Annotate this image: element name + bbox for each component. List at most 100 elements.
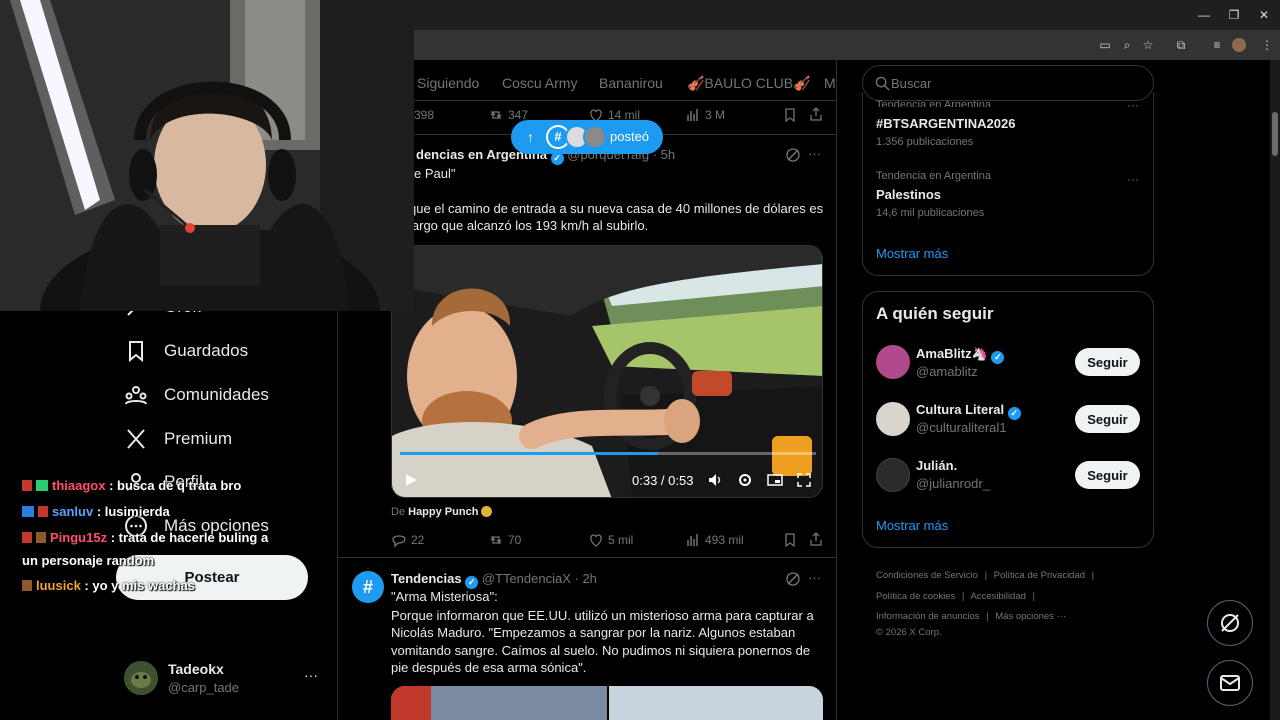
account-name: Tadeokx [168,661,224,677]
footer-link[interactable]: Condiciones de Servicio [876,570,978,581]
nav-premium[interactable]: Premium [124,424,232,454]
grok-explain-icon[interactable] [785,147,801,163]
tab-coscu-army[interactable]: Coscu Army [502,75,577,91]
trend-count: 1.356 publicaciones [876,136,974,148]
follow-user-name[interactable]: AmaBlitz🦄 ✓ [916,346,1005,364]
trend-context: Tendencia en Argentina [876,170,991,182]
zoom-icon[interactable]: ⌕ [1118,36,1136,54]
chat-username: sanluv [52,504,94,519]
follow-button[interactable]: Seguir [1075,405,1140,433]
verified-badge-icon: ✓ [1007,407,1021,420]
tab-siguiendo[interactable]: Siguiendo [417,75,479,91]
like-action[interactable]: 5 mil [588,532,633,548]
extensions-icon[interactable]: ⧉ [1172,36,1190,54]
search-placeholder: Buscar [891,76,932,91]
views-action[interactable]: 493 mil [685,532,744,548]
close-icon[interactable]: ✕ [1254,6,1274,24]
tweet-text-line: e Paul" [414,166,456,181]
play-icon[interactable] [404,473,418,487]
avatar[interactable] [876,458,910,492]
share-icon[interactable] [808,531,824,547]
messages-fab[interactable] [1207,660,1253,706]
footer-link[interactable]: Información de anuncios [876,611,980,622]
show-more-follow[interactable]: Mostrar más [876,518,948,533]
avatar[interactable]: # [352,571,384,603]
account-more-icon[interactable]: ··· [304,667,318,683]
views-value: 493 mil [705,533,744,547]
footer-link[interactable]: Accesibilidad [970,591,1025,602]
grok-explain-icon[interactable] [785,571,801,587]
video-source[interactable]: De Happy Punch [391,506,493,518]
follow-user-name[interactable]: Julián. [916,458,957,473]
avatar[interactable] [876,345,910,379]
share-icon[interactable] [808,106,824,122]
fullscreen-icon[interactable] [796,472,812,488]
grok-fab[interactable] [1207,600,1253,646]
webcam-overlay [0,0,414,311]
tweet-image[interactable] [391,686,823,720]
communities-icon [125,386,147,405]
tweet-text: que el camino de entrada a su nueva casa… [409,201,824,233]
video-time: 0:33 / 0:53 [632,473,694,488]
retweet-icon [490,536,502,544]
bookmark-icon[interactable] [782,532,798,548]
tweet-title: "Arma Misteriosa": [391,589,498,604]
footer-link[interactable]: Más opciones ··· [995,611,1066,622]
tab-bananirou[interactable]: Bananirou [599,75,663,91]
reply-action[interactable]: 22 [391,532,424,548]
tab-overflow[interactable]: M [824,75,836,91]
chat-message: Pingu15z : trata de hacerle buling a [22,530,268,545]
tweet-more-icon[interactable]: ··· [808,570,821,585]
tweet-image-preview [391,686,823,720]
follow-user-name[interactable]: Cultura Literal ✓ [916,402,1021,420]
new-posts-label: posteó [610,129,650,144]
footer-link[interactable]: Política de Privacidad [994,570,1085,581]
account-switcher[interactable]: Tadeokx @carp_tade ··· [124,659,324,697]
nav-bookmarks[interactable]: Guardados [124,336,248,366]
trend-name[interactable]: #BTSARGENTINA2026 [876,116,1015,131]
star-icon[interactable]: ☆ [1139,36,1157,54]
new-posts-pill[interactable]: ↑ # posteó [511,120,663,154]
webcam-feed [0,0,414,311]
cast-icon[interactable]: ▭ [1096,36,1114,54]
footer-link[interactable]: Política de cookies [876,591,955,602]
tab-baulo-club[interactable]: 🎻BAULO CLUB🎻 [687,75,811,92]
views-count: 398 [414,108,435,122]
volume-icon[interactable] [707,472,723,488]
retweet-icon [490,111,502,119]
chat-badge-icon [36,480,48,491]
nav-communities[interactable]: Comunidades [124,380,269,410]
scrollbar-thumb[interactable] [1272,112,1278,156]
views-action[interactable]: 3 M [685,107,725,123]
trend-more-icon[interactable]: ··· [1127,98,1139,112]
retweet-action[interactable]: 70 [488,532,521,548]
video-player[interactable]: 0:33 / 0:53 [391,245,823,498]
reply-count: 22 [411,533,425,547]
trend-name[interactable]: Palestinos [876,187,941,202]
restore-icon[interactable]: ❐ [1224,6,1244,24]
settings-gear-icon[interactable] [737,472,753,488]
avatar[interactable] [876,402,910,436]
video-frame [392,246,822,497]
analytics-icon [687,109,698,121]
tweet-time: · 2h [574,571,597,586]
chat-username: luusick [36,578,81,593]
follow-button[interactable]: Seguir [1075,348,1140,376]
who-to-follow-title: A quién seguir [876,304,994,323]
menu-kebab-icon[interactable]: ⋮ [1258,36,1276,54]
scrollbar[interactable] [1270,60,1280,720]
tweet-author[interactable]: Tendencias ✓ @TTendenciaX · 2h [391,571,597,589]
reply-icon [392,535,406,548]
profile-avatar-icon[interactable] [1232,38,1246,52]
gold-verified-badge-icon [481,506,493,517]
bookmark-icon[interactable] [782,107,798,123]
minimize-icon[interactable]: — [1194,6,1214,24]
trend-more-icon[interactable]: ··· [1127,172,1139,186]
follow-button[interactable]: Seguir [1075,461,1140,489]
tweet-more-icon[interactable]: ··· [808,146,821,161]
picture-in-picture-icon[interactable] [767,472,783,488]
video-progress-track[interactable] [400,452,816,455]
show-more-trends[interactable]: Mostrar más [876,246,948,261]
media-icon[interactable]: ≡ [1208,36,1226,54]
views-value: 3 M [705,108,726,122]
